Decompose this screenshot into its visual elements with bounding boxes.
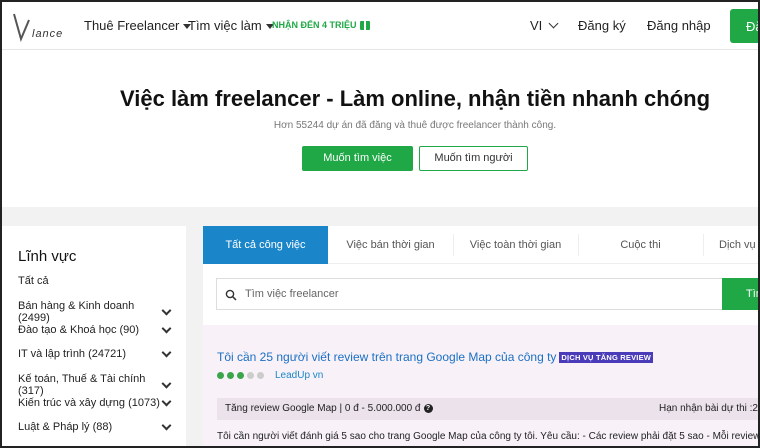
rating-dot-icon	[227, 372, 234, 379]
promo-link[interactable]: NHẬN ĐẾN 4 TRIỆU	[272, 20, 370, 30]
login-link[interactable]: Đăng nhập	[647, 18, 711, 33]
promo-label: NHẬN ĐẾN 4 TRIỆU	[272, 20, 357, 30]
sidebar-item-accounting[interactable]: Kế toán, Thuế & Tài chính (317)	[18, 373, 178, 397]
chevron-down-icon[interactable]	[161, 323, 172, 333]
language-selector[interactable]: VI	[530, 18, 559, 33]
sidebar-item-all[interactable]: Tất cả	[18, 275, 178, 287]
sidebar-item-legal[interactable]: Luật & Pháp lý (88)	[18, 420, 178, 433]
find-job-button[interactable]: Muốn tìm việc	[302, 146, 413, 171]
sidebar-item-label: Bán hàng & Kinh doanh (2499)	[18, 300, 135, 324]
sidebar-item-label: Đào tạo & Khoá học (90)	[18, 324, 140, 336]
job-budget: Tăng review Google Map | 0 đ - 5.000.000…	[225, 403, 433, 414]
chevron-down-icon[interactable]	[161, 420, 172, 430]
tab-contest[interactable]: Cuộc thi	[578, 226, 703, 264]
logo-icon	[13, 13, 30, 42]
search-icon	[225, 288, 237, 301]
sidebar-item-architecture[interactable]: Kiến trúc và xây dựng (1073)	[18, 396, 178, 409]
job-tag-badge[interactable]: DỊCH VỤ TĂNG REVIEW	[559, 351, 654, 363]
sidebar-item-education[interactable]: Đào tạo & Khoá học (90)	[18, 323, 178, 336]
language-label: VI	[530, 18, 543, 33]
tab-all-jobs[interactable]: Tất cả công việc	[203, 226, 328, 264]
rating-dot-icon	[247, 372, 254, 379]
search-box	[216, 278, 726, 310]
tab-services[interactable]: Dịch vụ tă	[703, 226, 758, 264]
job-description: Tôi cần người viết đánh giá 5 sao cho tr…	[217, 431, 760, 442]
tab-full-time[interactable]: Việc toàn thời gian	[453, 226, 578, 264]
sidebar-item-it[interactable]: IT và lập trình (24721)	[18, 347, 178, 360]
gift-icon	[359, 20, 370, 30]
top-header: lance Thuê Freelancer Tìm việc làm NHẬN …	[2, 2, 758, 50]
search-button[interactable]: Tìm	[722, 278, 758, 310]
job-title-link[interactable]: Tôi cần 25 người viết review trên trang …	[217, 350, 556, 364]
logo[interactable]: lance	[12, 12, 62, 42]
job-budget-text: Tăng review Google Map | 0 đ - 5.000.000…	[225, 403, 421, 414]
find-person-button[interactable]: Muốn tìm người	[419, 146, 528, 171]
job-deadline: Hạn nhận bài dự thi :22	[659, 403, 760, 414]
job-title-row: Tôi cần 25 người viết review trên trang …	[217, 350, 654, 364]
page: lance Thuê Freelancer Tìm việc làm NHẬN …	[0, 0, 760, 448]
hero-subtitle: Hơn 55244 dự án đã đăng và thuê được fre…	[273, 120, 557, 131]
search-input[interactable]	[245, 279, 715, 309]
sidebar-item-label: Kiến trúc và xây dựng (1073)	[18, 397, 160, 409]
help-icon[interactable]: ?	[423, 404, 433, 413]
chevron-down-icon[interactable]	[161, 396, 172, 406]
sidebar-item-label: Tất cả	[18, 275, 49, 287]
chevron-down-icon	[548, 18, 559, 29]
signup-link[interactable]: Đăng ký	[578, 18, 626, 33]
rating-dot-icon	[237, 372, 244, 379]
post-job-button[interactable]: Đă	[730, 9, 758, 43]
sidebar-item-label: Kế toán, Thuế & Tài chính (317)	[18, 373, 146, 397]
sidebar-title: Lĩnh vực	[18, 248, 77, 265]
rating-dot-icon	[257, 372, 264, 379]
sidebar-item-label: IT và lập trình (24721)	[18, 348, 127, 360]
page-title: Việc làm freelancer - Làm online, nhận t…	[119, 86, 711, 111]
search-section: Tìm	[203, 264, 758, 325]
tab-part-time[interactable]: Việc bán thời gian	[328, 226, 453, 264]
company-link[interactable]: LeadUp vn	[275, 370, 323, 381]
job-card[interactable]: Tôi cần 25 người viết review trên trang …	[203, 325, 760, 446]
sidebar-item-label: Luật & Pháp lý (88)	[18, 421, 113, 433]
logo-text: lance	[32, 28, 64, 40]
nav-hire-freelancer-label: Thuê Freelancer	[84, 18, 180, 33]
nav-find-job-label: Tìm việc làm	[188, 18, 262, 33]
job-tabs: Tất cả công việc Việc bán thời gian Việc…	[203, 226, 758, 264]
company-rating-row: LeadUp vn	[217, 370, 323, 381]
chevron-down-icon[interactable]	[161, 347, 172, 357]
rating-dot-icon	[217, 372, 224, 379]
nav-find-job[interactable]: Tìm việc làm	[188, 18, 274, 33]
sidebar-item-sales[interactable]: Bán hàng & Kinh doanh (2499)	[18, 300, 178, 324]
job-detail-bar: Tăng review Google Map | 0 đ - 5.000.000…	[217, 398, 760, 420]
category-sidebar: Lĩnh vực Tất cả Bán hàng & Kinh doanh (2…	[2, 226, 186, 446]
nav-hire-freelancer[interactable]: Thuê Freelancer	[84, 18, 192, 33]
